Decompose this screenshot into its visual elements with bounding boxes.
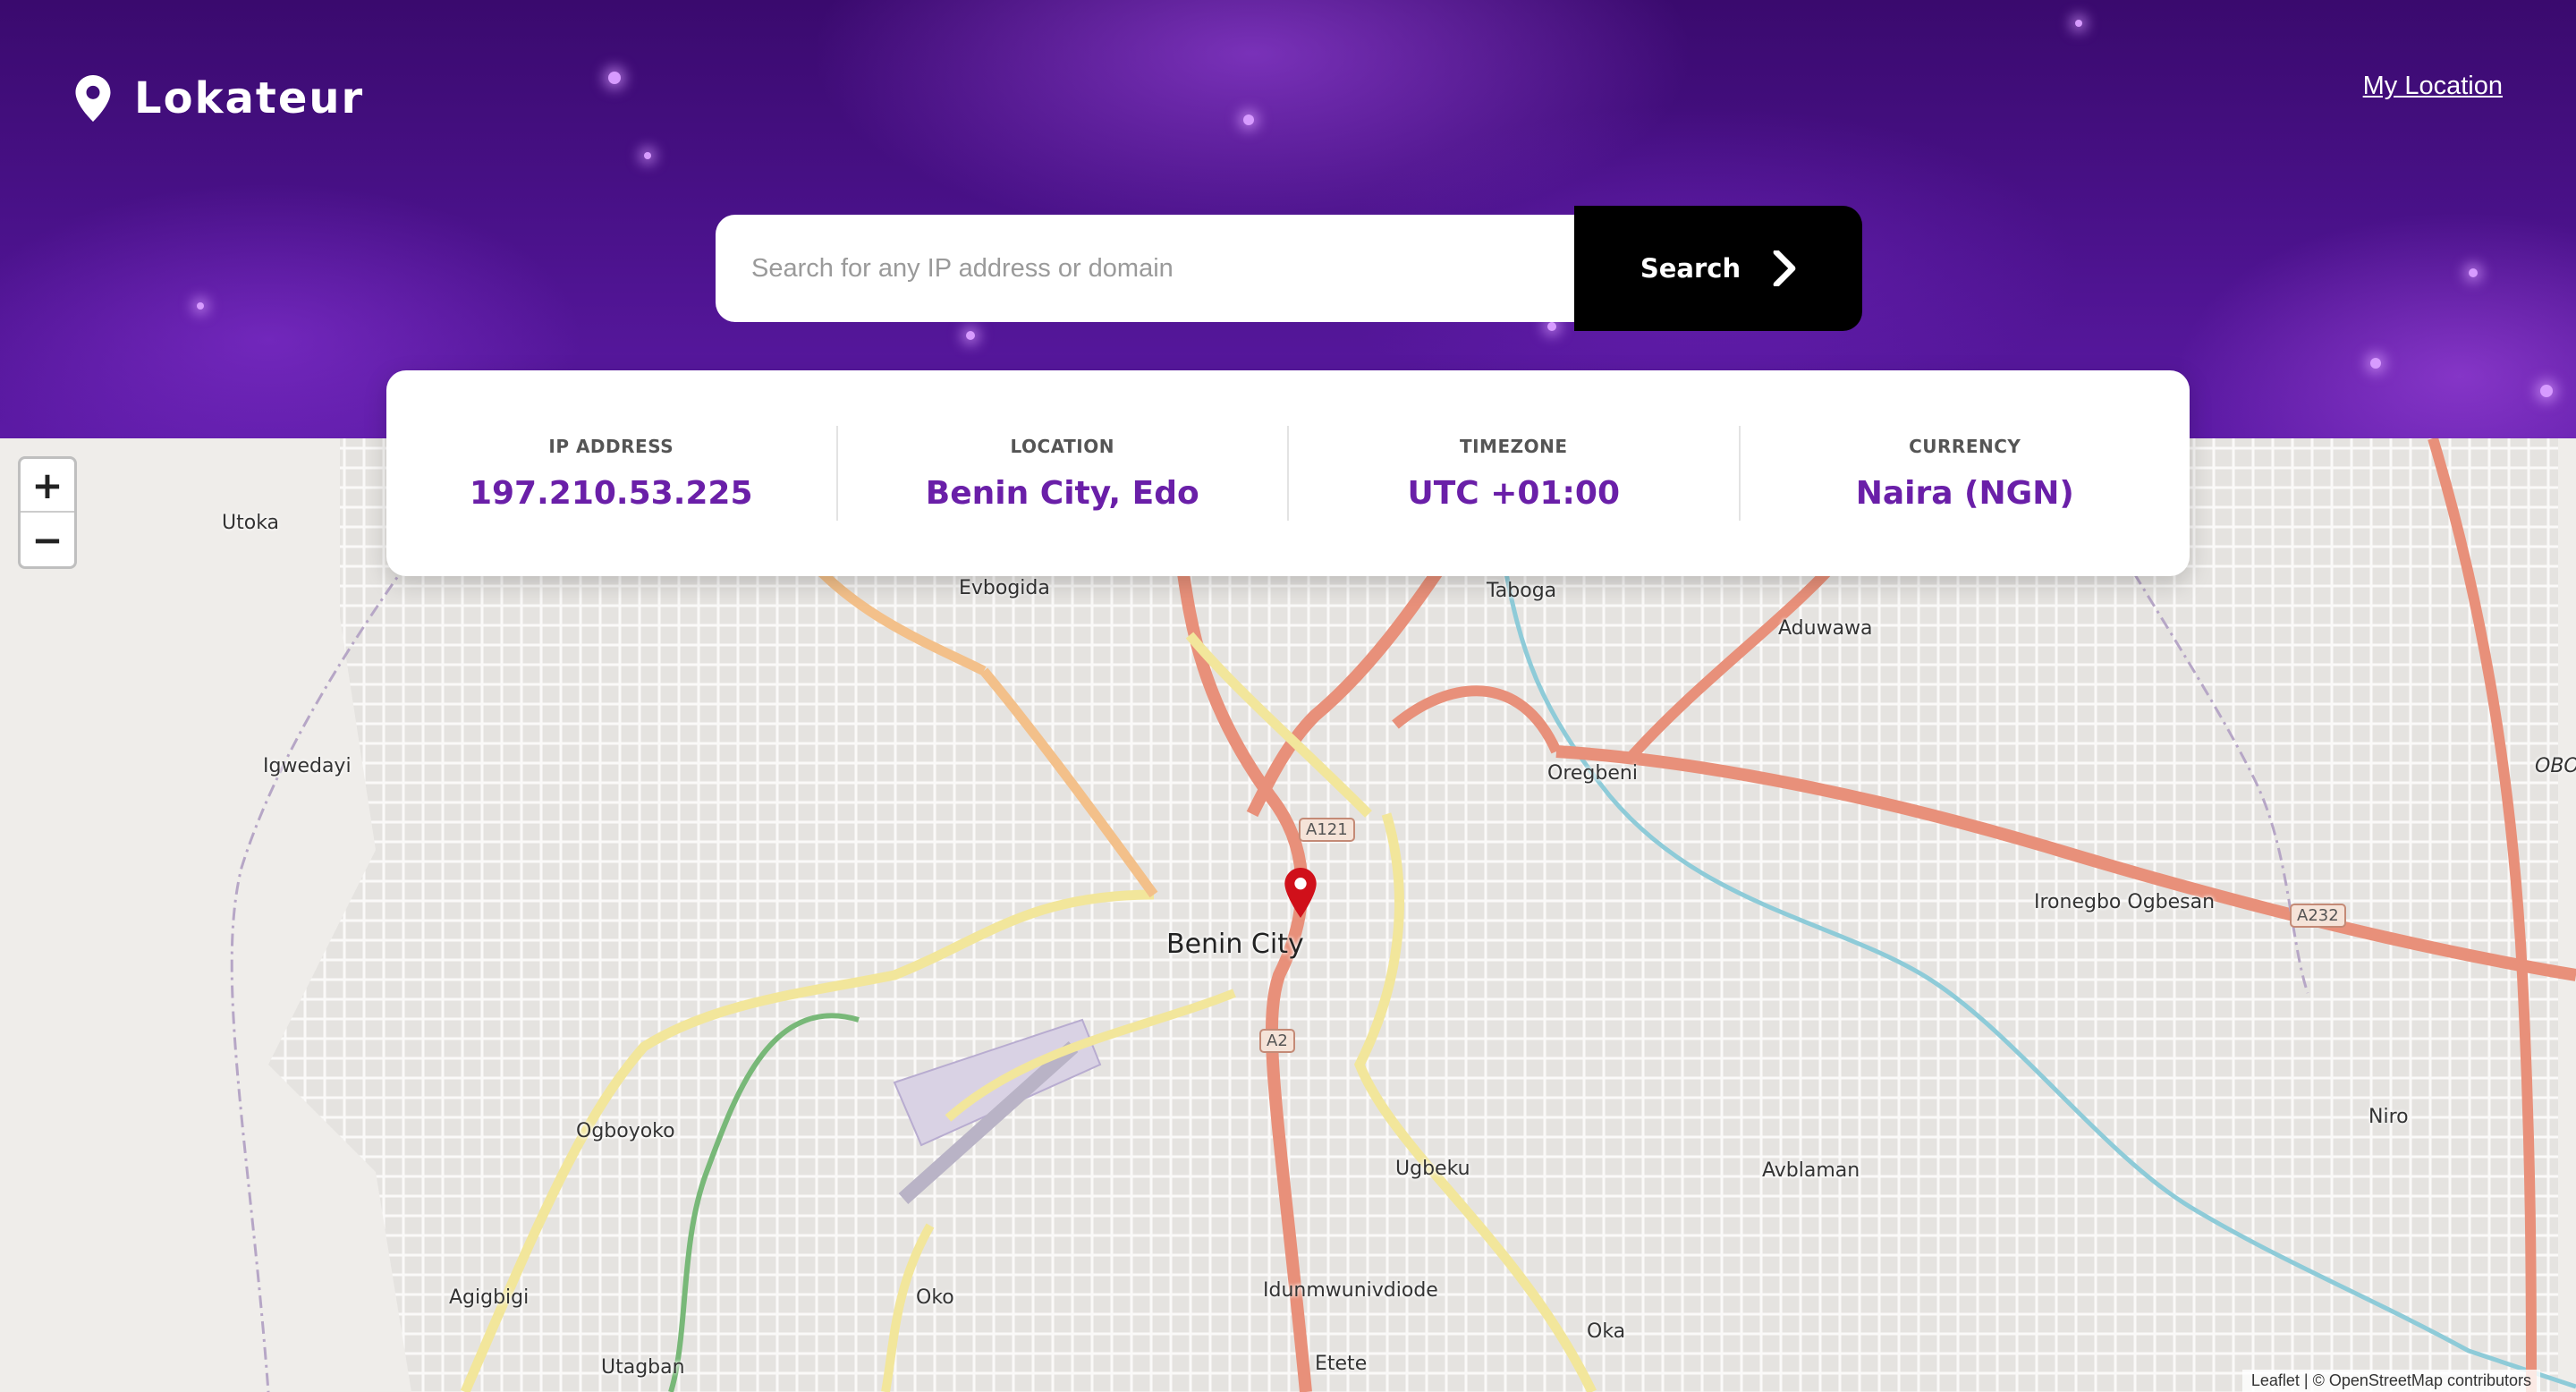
info-currency: CURRENCY Naira (NGN) (1741, 426, 2190, 521)
place-label: Oka (1587, 1320, 1626, 1343)
place-label: Oko (916, 1286, 954, 1309)
map-pin-icon (75, 75, 111, 122)
location-value: Benin City, Edo (925, 474, 1199, 512)
search-input[interactable] (716, 215, 1579, 322)
place-label: OBO (2535, 755, 2576, 777)
place-label: Utagban (601, 1356, 685, 1379)
info-label: LOCATION (1010, 435, 1114, 457)
info-label: IP ADDRESS (548, 435, 674, 457)
timezone-value: UTC +01:00 (1407, 474, 1621, 512)
info-location: LOCATION Benin City, Edo (838, 426, 1289, 521)
map-zoom-control: + − (18, 456, 77, 569)
search-button-label: Search (1640, 253, 1741, 284)
info-ip-address: IP ADDRESS 197.210.53.225 (386, 426, 838, 521)
place-label: Igwedayi (263, 755, 352, 777)
chevron-right-icon (1773, 250, 1796, 286)
currency-value: Naira (NGN) (1855, 474, 2074, 512)
map-attribution[interactable]: Leaflet | © OpenStreetMap contributors (2241, 1370, 2540, 1392)
brand-name: Lokateur (134, 73, 365, 123)
info-label: TIMEZONE (1459, 435, 1568, 457)
place-label: Ogboyoko (576, 1120, 675, 1142)
place-label: Aduwawa (1778, 617, 1873, 640)
info-timezone: TIMEZONE UTC +01:00 (1289, 426, 1741, 521)
place-label: Utoka (222, 512, 280, 534)
road-tag: A121 (1299, 818, 1355, 842)
info-label: CURRENCY (1909, 435, 2021, 457)
brand[interactable]: Lokateur (75, 73, 364, 123)
place-label: Etete (1315, 1353, 1368, 1375)
search-button[interactable]: Search (1574, 206, 1862, 331)
search-bar: Search (716, 206, 1862, 331)
location-marker-icon[interactable] (1284, 868, 1317, 918)
my-location-link[interactable]: My Location (2363, 72, 2503, 101)
place-label: Agigbigi (449, 1286, 530, 1309)
ip-address-value: 197.210.53.225 (469, 474, 753, 512)
place-label: Oregbeni (1547, 762, 1638, 785)
place-label: Niro (2368, 1106, 2409, 1128)
road-tag: A232 (2290, 904, 2346, 928)
place-label: Taboga (1487, 580, 1557, 602)
place-label-city: Benin City (1166, 929, 1304, 960)
place-label: Evbogida (959, 577, 1050, 599)
place-label: Avblaman (1762, 1159, 1860, 1182)
road-tag: A2 (1259, 1029, 1295, 1053)
zoom-in-button[interactable]: + (21, 459, 74, 513)
place-label: Ironegbo Ogbesan (2034, 891, 2216, 913)
place-label: Idunmwunivdiode (1263, 1279, 1438, 1302)
zoom-out-button[interactable]: − (21, 513, 74, 566)
ip-info-card: IP ADDRESS 197.210.53.225 LOCATION Benin… (386, 370, 2190, 576)
place-label: Ugbeku (1395, 1158, 1470, 1180)
